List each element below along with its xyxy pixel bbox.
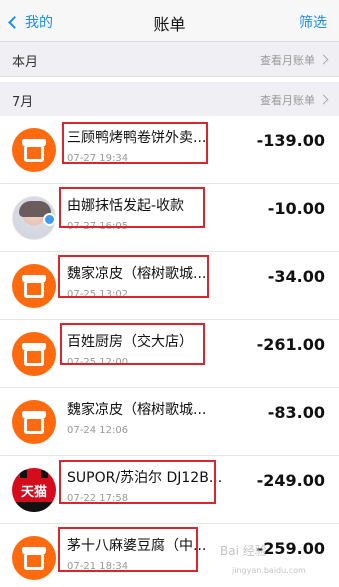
transaction-title: 由娜抹恬发起-收款 [67,198,185,214]
shop-icon [12,536,56,580]
transaction-amount: -249.00 [256,471,325,490]
section-header-july: 7月 查看月账单 [0,82,339,117]
transaction-time: 07-24 12:06 [67,425,129,436]
transaction-amount: -10.00 [267,199,325,218]
transaction-row[interactable]: 茅十八麻婆豆腐（中... 07-21 18:34 -259.00 [0,524,339,587]
transaction-title: SUPOR/苏泊尔 DJ12B... [67,470,223,486]
transaction-amount: -261.00 [256,335,325,354]
shop-icon [12,400,56,444]
transaction-row[interactable]: 天猫 SUPOR/苏泊尔 DJ12B... 07-22 17:58 -249.0… [0,456,339,524]
transaction-time: 07-25 13:02 [67,289,129,300]
view-monthly-bill-link[interactable]: 查看月账单 [260,92,315,108]
transaction-title: 魏家凉皮（榕树歌城... [67,266,207,282]
section-label: 7月 [12,95,34,110]
transaction-title: 百姓厨房（交大店） [67,334,193,350]
chevron-right-icon[interactable] [318,94,329,105]
transaction-title: 魏家凉皮（榕树歌城... [67,402,207,418]
transaction-title: 三顾鸭烤鸭卷饼外卖... [67,130,207,146]
page-title: 账单 [153,15,186,34]
transaction-time: 07-27 19:34 [67,153,129,164]
nav-bar: 我的 账单 筛选 [0,0,339,42]
transaction-time: 07-27 16:05 [67,221,129,232]
transaction-time: 07-25 12:00 [67,357,129,368]
transaction-amount: -139.00 [256,131,325,150]
transaction-time: 07-21 18:34 [67,561,129,572]
transaction-row[interactable]: 三顾鸭烤鸭卷饼外卖... 07-27 19:34 -139.00 [0,116,339,184]
transaction-amount: -83.00 [267,403,325,422]
shop-icon [12,332,56,376]
section-header-this-month: 本月 查看月账单 [0,42,339,77]
transaction-time: 07-22 17:58 [67,493,129,504]
view-monthly-bill-link[interactable]: 查看月账单 [260,52,315,68]
shop-icon [12,264,56,308]
verified-badge-icon [43,213,56,226]
watermark: Bai 经验 [220,544,267,558]
transaction-row[interactable]: 百姓厨房（交大店） 07-25 12:00 -261.00 [0,320,339,388]
filter-button[interactable]: 筛选 [299,12,327,32]
transaction-amount: -34.00 [267,267,325,286]
transaction-row[interactable]: 魏家凉皮（榕树歌城... 07-24 12:06 -83.00 [0,388,339,456]
section-label: 本月 [12,55,39,70]
transaction-row[interactable]: 魏家凉皮（榕树歌城... 07-25 13:02 -34.00 [0,252,339,320]
tmall-icon: 天猫 [12,468,56,512]
chevron-right-icon[interactable] [318,54,329,65]
transaction-title: 茅十八麻婆豆腐（中... [67,538,207,554]
shop-icon [12,128,56,172]
watermark-url: jingyan.baidu.com [232,566,306,575]
